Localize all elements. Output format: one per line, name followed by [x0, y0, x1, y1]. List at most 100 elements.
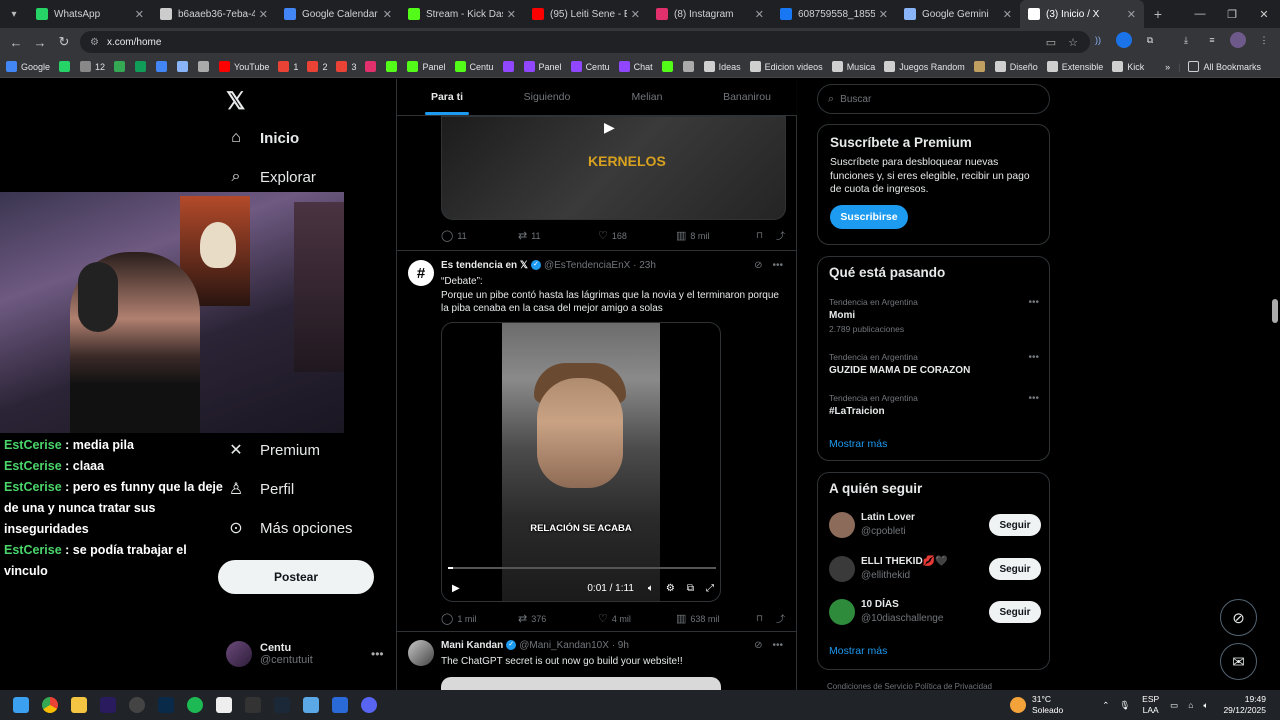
follow-button[interactable]: Seguir: [989, 558, 1041, 580]
play-icon[interactable]: ▶: [452, 583, 460, 594]
install-app-icon[interactable]: ▭: [1046, 36, 1056, 49]
bookmark-item[interactable]: [365, 61, 380, 72]
bookmark-item[interactable]: Centu: [570, 61, 610, 72]
bookmark-item[interactable]: [682, 61, 698, 72]
nav-home[interactable]: ⌂ Inicio: [226, 129, 299, 147]
bookmark-item[interactable]: 12: [80, 61, 105, 72]
windows-start-icon[interactable]: [6, 690, 35, 720]
more-dots-icon[interactable]: •••: [1028, 352, 1039, 363]
video-progress-bar[interactable]: [448, 567, 716, 569]
download-icon[interactable]: ⤓: [1178, 32, 1194, 48]
share-icon[interactable]: ⤴: [776, 612, 785, 625]
tweet-time[interactable]: · 23h: [633, 260, 656, 271]
author-handle[interactable]: @Mani_Kandan10X: [519, 640, 609, 651]
follow-button[interactable]: Seguir: [989, 601, 1041, 623]
avatar[interactable]: #: [408, 260, 434, 286]
more-dots-icon[interactable]: •••: [772, 260, 783, 271]
avatar[interactable]: [829, 512, 855, 538]
close-tab-icon[interactable]: ✕: [1003, 8, 1012, 21]
bookmark-item[interactable]: Extensible: [1046, 61, 1103, 72]
bookmark-icon[interactable]: ⊓: [756, 613, 776, 624]
browser-tab[interactable]: (3) Inicio / X ✕: [1020, 0, 1144, 28]
spotify-icon[interactable]: [180, 690, 209, 720]
close-tab-icon[interactable]: ✕: [135, 8, 144, 21]
forward-icon[interactable]: →: [28, 35, 52, 50]
bookmark-item[interactable]: 3: [336, 61, 356, 72]
photoshop-icon[interactable]: [151, 690, 180, 720]
close-tab-icon[interactable]: ✕: [383, 8, 392, 21]
settings-gear-icon[interactable]: ⚙: [666, 583, 675, 594]
bookmark-item[interactable]: 1: [278, 61, 298, 72]
subscribe-button[interactable]: Suscribirse: [830, 204, 908, 229]
browser-tab[interactable]: b6aaeb36-7eba-41a ✕: [152, 0, 276, 28]
volume-icon[interactable]: 🔈︎: [1203, 700, 1208, 711]
browser-tab[interactable]: WhatsApp ✕: [28, 0, 152, 28]
bookmark-item[interactable]: Edicion videos: [749, 61, 823, 72]
browser-tab[interactable]: Stream - Kick Dashb ✕: [400, 0, 524, 28]
network-icon[interactable]: ⌂: [1188, 700, 1193, 710]
file-explorer-icon[interactable]: [64, 690, 93, 720]
bookmark-item[interactable]: 2: [307, 61, 327, 72]
bookmark-item[interactable]: [973, 61, 989, 72]
follow-suggestion[interactable]: 10 DÍAS @10diaschallenge Seguir: [829, 597, 1041, 627]
media-control-icon[interactable]: ≡: [1204, 32, 1220, 48]
avatar[interactable]: [829, 599, 855, 625]
browser-tab[interactable]: 608759558_1855148 ✕: [772, 0, 896, 28]
tweet-media-image[interactable]: [441, 677, 721, 690]
picture-in-picture-icon[interactable]: ⧉: [687, 583, 694, 594]
follow-show-more-link[interactable]: Mostrar más: [829, 645, 887, 657]
bookmark-item[interactable]: [661, 61, 677, 72]
weather-widget[interactable]: 31°C Soleado: [1010, 694, 1063, 716]
bookmark-item[interactable]: [59, 61, 74, 72]
close-tab-icon[interactable]: ✕: [1127, 8, 1136, 21]
author-handle[interactable]: @EsTendenciaEnX: [544, 260, 630, 271]
account-switcher[interactable]: Centu @centutuit •••: [226, 641, 384, 667]
bookmark-item[interactable]: [114, 61, 129, 72]
bookmark-item[interactable]: Musica: [831, 61, 875, 72]
volume-icon[interactable]: 🔈︎: [648, 583, 654, 594]
display-icon[interactable]: ▭: [1170, 700, 1178, 711]
browser-tab[interactable]: (95) Leiti Sene - Bitco ✕: [524, 0, 648, 28]
maximize-icon[interactable]: ❐: [1216, 8, 1248, 21]
x-logo-icon[interactable]: 𝕏: [226, 87, 245, 116]
views-button[interactable]: ▥ 638 mil: [676, 612, 756, 625]
language-indicator[interactable]: ESP LAA: [1142, 694, 1159, 716]
tab-bananirou[interactable]: Bananirou: [697, 79, 797, 115]
bookmark-item[interactable]: Diseño: [994, 61, 1038, 72]
footer-links[interactable]: Condiciones de Servicio Política de Priv…: [827, 682, 992, 690]
bookmark-item[interactable]: Panel: [523, 61, 562, 72]
trend-item[interactable]: Tendencia en Argentina #LaTraicion •••: [829, 393, 1039, 417]
notion-icon[interactable]: [209, 690, 238, 720]
chrome-taskbar-icon[interactable]: [35, 690, 64, 720]
close-tab-icon[interactable]: ✕: [879, 8, 888, 21]
steam-icon[interactable]: [267, 690, 296, 720]
like-button[interactable]: ♡ 4 mil: [598, 612, 676, 625]
close-tab-icon[interactable]: ✕: [755, 8, 764, 21]
bookmark-item[interactable]: Panel: [407, 61, 446, 72]
minimize-icon[interactable]: —: [1184, 8, 1216, 20]
trends-show-more-link[interactable]: Mostrar más: [829, 438, 887, 450]
bookmark-item[interactable]: [198, 61, 213, 72]
browser-tab[interactable]: Google Gemini ✕: [896, 0, 1020, 28]
bookmark-item[interactable]: [386, 61, 401, 72]
follow-suggestion[interactable]: Latin Lover @cpobleti Seguir: [829, 510, 1041, 540]
bookmark-item[interactable]: [177, 61, 192, 72]
avatar[interactable]: [408, 640, 434, 666]
tweet-video-player[interactable]: RELACIÓN SE ACABA ▶ 0:01 / 1:11 🔈︎ ⚙ ⧉ ⤢: [441, 322, 721, 602]
discord-icon[interactable]: [354, 690, 383, 720]
play-icon[interactable]: ▶: [604, 119, 615, 136]
bookmark-star-icon[interactable]: ☆: [1068, 36, 1078, 49]
extension-icon[interactable]: )): [1090, 32, 1106, 48]
tweet-media-video[interactable]: ▶ KERNELOS: [441, 116, 786, 220]
close-window-icon[interactable]: ✕: [1248, 8, 1280, 21]
close-tab-icon[interactable]: ✕: [259, 8, 268, 21]
author-name[interactable]: Mani Kandan: [441, 640, 503, 651]
bookmark-item[interactable]: [156, 61, 171, 72]
app-icon[interactable]: [238, 690, 267, 720]
bookmark-item[interactable]: [502, 61, 518, 72]
bookmark-item[interactable]: [135, 61, 150, 72]
new-tab-button[interactable]: +: [1144, 0, 1172, 28]
bookmark-icon[interactable]: ⊓: [756, 230, 776, 241]
close-tab-icon[interactable]: ✕: [507, 8, 516, 21]
bookmark-item[interactable]: YouTube: [219, 61, 269, 72]
